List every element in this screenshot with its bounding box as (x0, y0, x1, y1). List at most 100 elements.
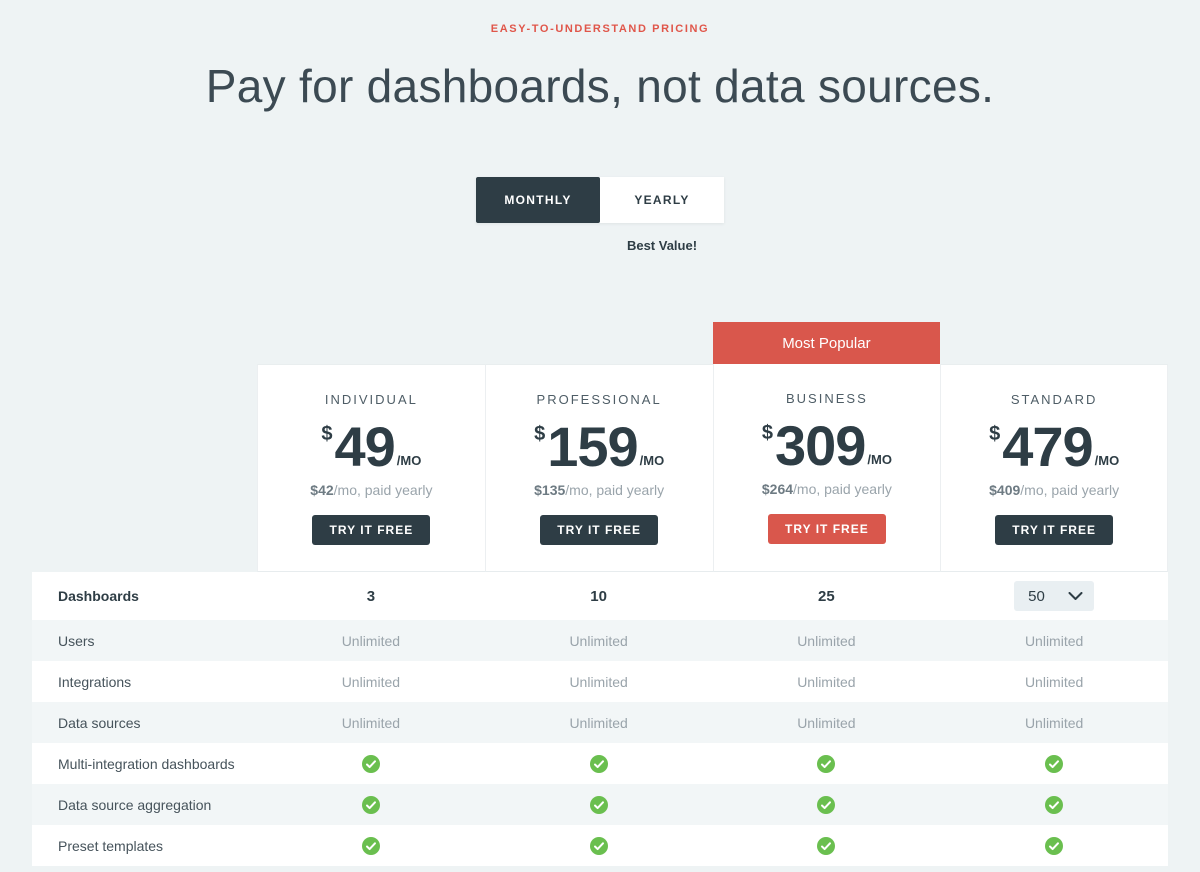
table-row: Dashboards31025 50 (32, 572, 1168, 620)
yearly-amount: $409 (989, 482, 1020, 498)
check-icon (1045, 837, 1063, 855)
feature-value: Unlimited (713, 633, 941, 649)
check-icon (590, 796, 608, 814)
check-icon (817, 837, 835, 855)
monthly-toggle-button[interactable]: MONTHLY (476, 177, 600, 223)
currency-symbol: $ (534, 423, 545, 446)
try-it-free-button-individual[interactable]: TRY IT FREE (312, 515, 430, 545)
feature-value (940, 837, 1168, 855)
feature-value: Unlimited (485, 633, 713, 649)
yearly-suffix: /mo, paid yearly (793, 481, 892, 497)
feature-value: 25 (713, 588, 941, 605)
price-amount: 309 (775, 418, 865, 474)
price-period: /MO (397, 453, 422, 468)
table-row: IntegrationsUnlimitedUnlimitedUnlimitedU… (32, 661, 1168, 702)
feature-value (713, 796, 941, 814)
currency-symbol: $ (321, 423, 332, 446)
yearly-toggle-button[interactable]: YEARLY (600, 177, 724, 223)
yearly-amount: $264 (762, 481, 793, 497)
check-icon (1045, 755, 1063, 773)
feature-value: 10 (485, 588, 713, 605)
check-icon (362, 755, 380, 773)
table-row: Data source aggregation (32, 784, 1168, 825)
yearly-suffix: /mo, paid yearly (334, 482, 433, 498)
feature-value: Unlimited (940, 674, 1168, 690)
plan-cards-row: INDIVIDUAL $49/MO $42/mo, paid yearly TRY I… (32, 364, 1168, 572)
check-icon (817, 796, 835, 814)
feature-value: Unlimited (257, 633, 485, 649)
plan-card-business: BUSINESS$309/MO$264/mo, paid yearlyTRY I… (713, 364, 941, 572)
feature-label: Users (32, 633, 257, 649)
billing-toggle-group: MONTHLY YEARLY (476, 177, 724, 223)
plan-price: $159/MO (534, 419, 664, 475)
feature-value (257, 796, 485, 814)
currency-symbol: $ (989, 423, 1000, 446)
check-icon (362, 837, 380, 855)
plan-price: $49/MO (321, 419, 421, 475)
feature-value (485, 796, 713, 814)
feature-value: Unlimited (940, 633, 1168, 649)
price-amount: 479 (1002, 419, 1092, 475)
yearly-amount: $42 (310, 482, 333, 498)
price-amount: 49 (335, 419, 395, 475)
feature-value (485, 755, 713, 773)
price-amount: 159 (547, 419, 637, 475)
yearly-price-note: $409/mo, paid yearly (989, 482, 1119, 498)
feature-value (257, 837, 485, 855)
plan-name: PROFESSIONAL (537, 392, 662, 407)
table-row: UsersUnlimitedUnlimitedUnlimitedUnlimite… (32, 620, 1168, 661)
feature-value: Unlimited (940, 715, 1168, 731)
yearly-price-note: $42/mo, paid yearly (310, 482, 432, 498)
feature-value (713, 837, 941, 855)
feature-value (940, 755, 1168, 773)
yearly-price-note: $135/mo, paid yearly (534, 482, 664, 498)
feature-value: 50 (940, 581, 1168, 611)
best-value-label: Best Value! (600, 238, 724, 253)
feature-value (713, 755, 941, 773)
try-it-free-button-professional[interactable]: TRY IT FREE (540, 515, 658, 545)
check-icon (590, 755, 608, 773)
check-icon (817, 755, 835, 773)
feature-label: Integrations (32, 674, 257, 690)
yearly-suffix: /mo, paid yearly (565, 482, 664, 498)
feature-value: 3 (257, 588, 485, 605)
chevron-down-icon (1068, 588, 1083, 605)
plan-price: $479/MO (989, 419, 1119, 475)
check-icon (1045, 796, 1063, 814)
yearly-suffix: /mo, paid yearly (1020, 482, 1119, 498)
pricing-section: Most Popular INDIVIDUAL $49/MO $42/mo, pai… (32, 322, 1168, 866)
banner-row: Most Popular (32, 322, 1168, 364)
dropdown-selected-value: 50 (1028, 588, 1045, 605)
feature-label: Data source aggregation (32, 797, 257, 813)
plan-card-standard: STANDARD $479/MO $409/mo, paid yearly TRY I… (940, 364, 1168, 572)
feature-value (940, 796, 1168, 814)
plan-name: STANDARD (1011, 392, 1098, 407)
feature-value (485, 837, 713, 855)
feature-label: Dashboards (32, 588, 257, 604)
try-it-free-button-standard[interactable]: TRY IT FREE (995, 515, 1113, 545)
plan-name: INDIVIDUAL (325, 392, 418, 407)
feature-value: Unlimited (713, 715, 941, 731)
dashboards-count-dropdown[interactable]: 50 (1014, 581, 1094, 611)
feature-value: Unlimited (257, 715, 485, 731)
check-icon (362, 796, 380, 814)
currency-symbol: $ (762, 422, 773, 445)
price-period: /MO (1095, 453, 1120, 468)
feature-value: Unlimited (257, 674, 485, 690)
billing-toggle: MONTHLY YEARLY Best Value! (476, 177, 724, 253)
price-period: /MO (867, 452, 892, 467)
feature-value: Unlimited (485, 715, 713, 731)
pricing-eyebrow: EASY-TO-UNDERSTAND PRICING (0, 0, 1200, 35)
most-popular-banner: Most Popular (713, 322, 941, 364)
price-period: /MO (640, 453, 665, 468)
feature-comparison-table: Dashboards3102550UsersUnlimitedUnlimited… (32, 572, 1168, 866)
table-row: Data sourcesUnlimitedUnlimitedUnlimitedU… (32, 702, 1168, 743)
plan-card-individual: INDIVIDUAL $49/MO $42/mo, paid yearly TRY I… (257, 364, 485, 572)
feature-label: Multi-integration dashboards (32, 756, 257, 772)
feature-label: Preset templates (32, 838, 257, 854)
try-it-free-button-business[interactable]: TRY IT FREE (768, 514, 886, 544)
plan-price: $309/MO (762, 418, 892, 474)
plan-card-professional: PROFESSIONAL $159/MO $135/mo, paid yearly T… (485, 364, 713, 572)
feature-value: Unlimited (713, 674, 941, 690)
yearly-amount: $135 (534, 482, 565, 498)
